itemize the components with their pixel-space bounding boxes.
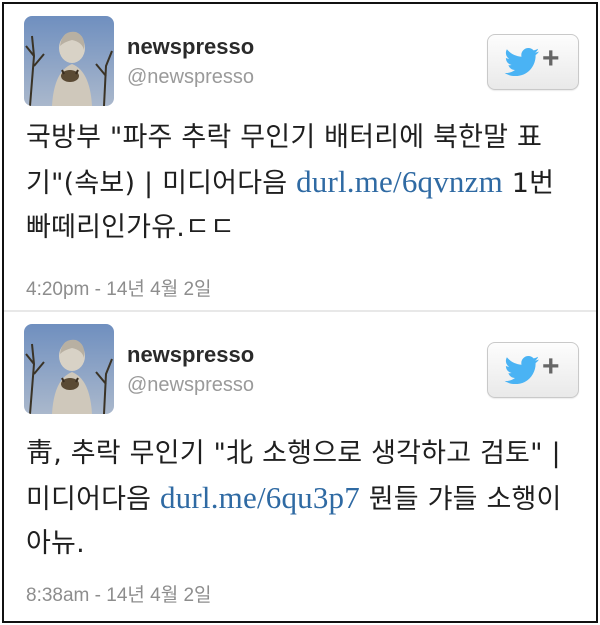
follow-plus: + [542, 350, 560, 383]
statue-avatar-image [24, 324, 114, 414]
tweet-link[interactable]: durl.me/6qvnzm [296, 164, 503, 199]
tweet-timestamp[interactable]: 4:20pm - 14년 4월 2일 [26, 274, 212, 301]
tweet-text: 국방부 "파주 추락 무인기 배터리에 북한말 표기"(속보) | 미디어다음 … [26, 116, 578, 250]
tweet-card: newspresso @newspresso + 국방부 "파주 추락 무인기 … [4, 4, 596, 312]
follow-button[interactable]: + [487, 342, 579, 398]
tweet-link[interactable]: durl.me/6qu3p7 [160, 480, 360, 515]
user-handle[interactable]: @newspresso [127, 66, 254, 89]
tweet-card: newspresso @newspresso + 靑, 추락 무인기 "北 소행… [4, 312, 596, 621]
avatar[interactable] [24, 324, 114, 414]
display-name[interactable]: newspresso [127, 342, 254, 368]
display-name[interactable]: newspresso [127, 34, 254, 60]
tweet-text: 靑, 추락 무인기 "北 소행으로 생각하고 검토" | 미디어다음 durl.… [26, 432, 578, 566]
user-handle[interactable]: @newspresso [127, 374, 254, 397]
follow-button[interactable]: + [487, 34, 579, 90]
follow-plus: + [542, 42, 560, 75]
tweet-timestamp[interactable]: 8:38am - 14년 4월 2일 [26, 580, 212, 607]
avatar[interactable] [24, 16, 114, 106]
tweet-list: newspresso @newspresso + 국방부 "파주 추락 무인기 … [2, 2, 598, 623]
twitter-bird-icon [504, 48, 540, 76]
twitter-bird-icon [504, 356, 540, 384]
statue-avatar-image [24, 16, 114, 106]
